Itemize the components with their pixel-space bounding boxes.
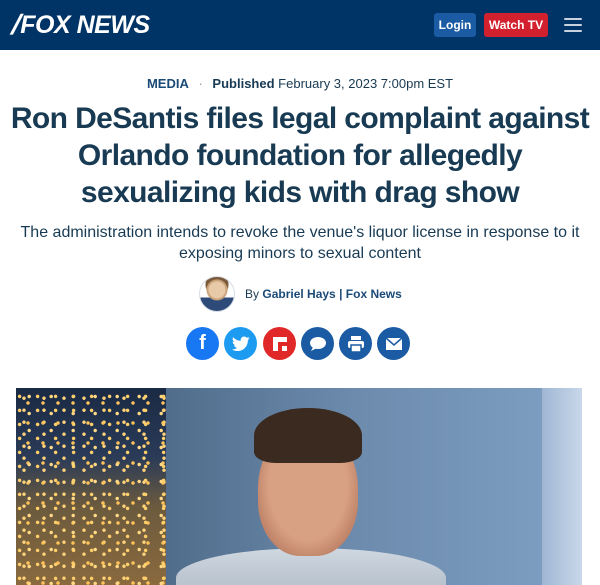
article-headline: Ron DeSantis files legal complaint again…: [10, 102, 590, 209]
print-icon: [347, 335, 364, 352]
article-hero-image[interactable]: [16, 388, 582, 585]
watch-tv-button[interactable]: Watch TV: [484, 13, 548, 37]
facebook-share-button[interactable]: f: [186, 327, 219, 360]
menu-icon[interactable]: [564, 18, 582, 32]
meta-separator: ·: [198, 76, 203, 91]
flipboard-share-button[interactable]: [263, 327, 296, 360]
author-avatar[interactable]: [199, 276, 235, 312]
twitter-share-button[interactable]: [224, 327, 257, 360]
author-link[interactable]: Gabriel Hays: [262, 287, 335, 301]
facebook-icon: f: [199, 332, 206, 354]
published-date: February 3, 2023 7:00pm EST: [278, 76, 454, 91]
logo-text: FOX NEWS: [20, 11, 150, 39]
twitter-icon: [231, 336, 250, 351]
person-photo: [176, 408, 446, 585]
article-meta: MEDIA · Published February 3, 2023 7:00p…: [0, 76, 600, 91]
byline-prefix: By: [245, 287, 260, 301]
city-lights-backdrop: [16, 388, 166, 585]
published-label: Published: [212, 76, 275, 91]
login-button[interactable]: Login: [434, 13, 476, 37]
share-bar: f: [186, 327, 412, 361]
fox-news-logo[interactable]: / FOX NEWS: [10, 9, 150, 41]
site-header: / FOX NEWS Login Watch TV: [0, 0, 600, 50]
email-share-button[interactable]: [377, 327, 410, 360]
print-button[interactable]: [339, 327, 372, 360]
comment-button[interactable]: [301, 327, 334, 360]
outlet-link[interactable]: Fox News: [346, 287, 402, 301]
comment-icon: [309, 336, 326, 351]
byline-text: By Gabriel Hays | Fox News: [245, 287, 402, 301]
byline: By Gabriel Hays | Fox News: [0, 276, 600, 312]
flipboard-icon: [272, 336, 287, 351]
email-icon: [385, 336, 402, 350]
studio-panel: [542, 388, 582, 585]
article-subhead: The administration intends to revoke the…: [20, 224, 580, 262]
category-link[interactable]: MEDIA: [147, 76, 189, 91]
byline-separator: |: [339, 287, 343, 301]
